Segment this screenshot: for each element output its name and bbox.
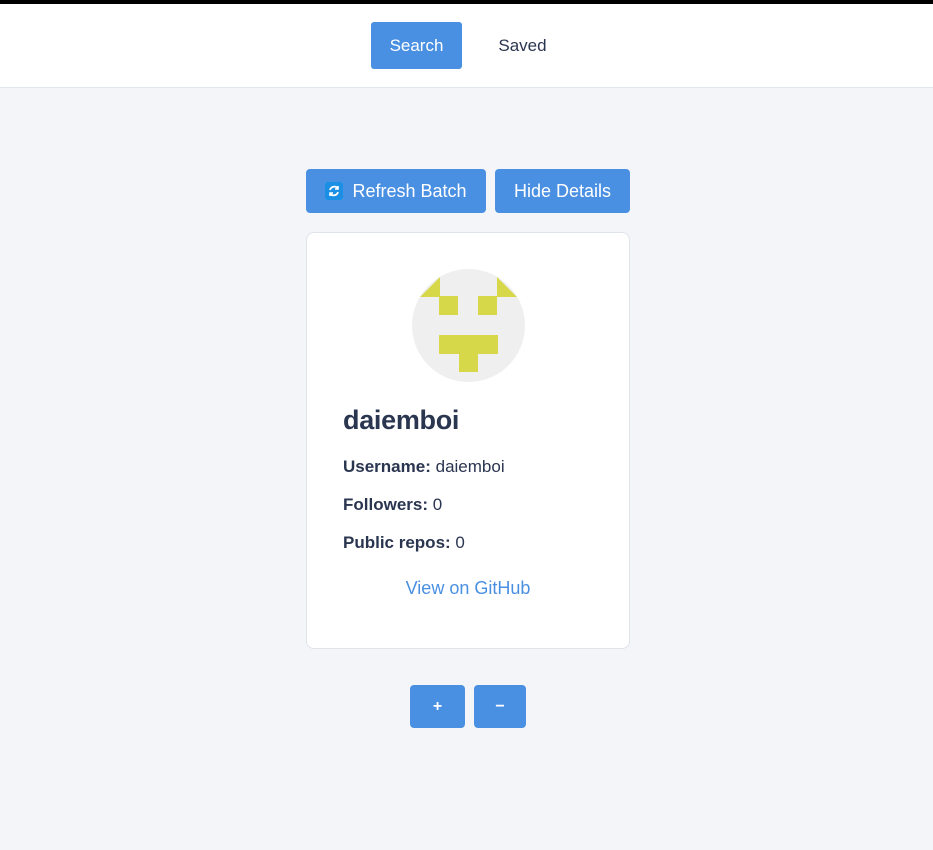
refresh-batch-label: Refresh Batch [352,180,467,201]
followers-label: Followers: [343,495,429,514]
username-row: Username: daiemboi [343,457,505,477]
username-value: daiemboi [435,457,505,476]
top-navigation: Search Saved [0,4,933,88]
followers-row: Followers: 0 [343,495,442,515]
refresh-icon [325,182,344,200]
username-label: Username: [343,457,431,476]
search-tab-button[interactable]: Search [371,22,462,69]
followers-value: 0 [432,495,443,514]
profile-name: daiemboi [343,405,460,435]
repos-value: 0 [455,533,465,552]
repos-row: Public repos: 0 [343,533,465,553]
avatar [412,269,525,382]
identicon-image [420,277,517,372]
repos-label: Public repos: [343,533,451,552]
refresh-batch-button[interactable]: Refresh Batch [306,169,486,213]
zoom-out-button[interactable]: − [474,685,526,728]
hide-details-button[interactable]: Hide Details [495,169,630,213]
zoom-in-button[interactable]: + [410,685,465,728]
saved-tab-button[interactable]: Saved [479,22,566,69]
profile-card: daiemboi Username: daiemboi Followers: 0… [306,232,630,649]
view-on-github-link[interactable]: View on GitHub [307,578,629,599]
